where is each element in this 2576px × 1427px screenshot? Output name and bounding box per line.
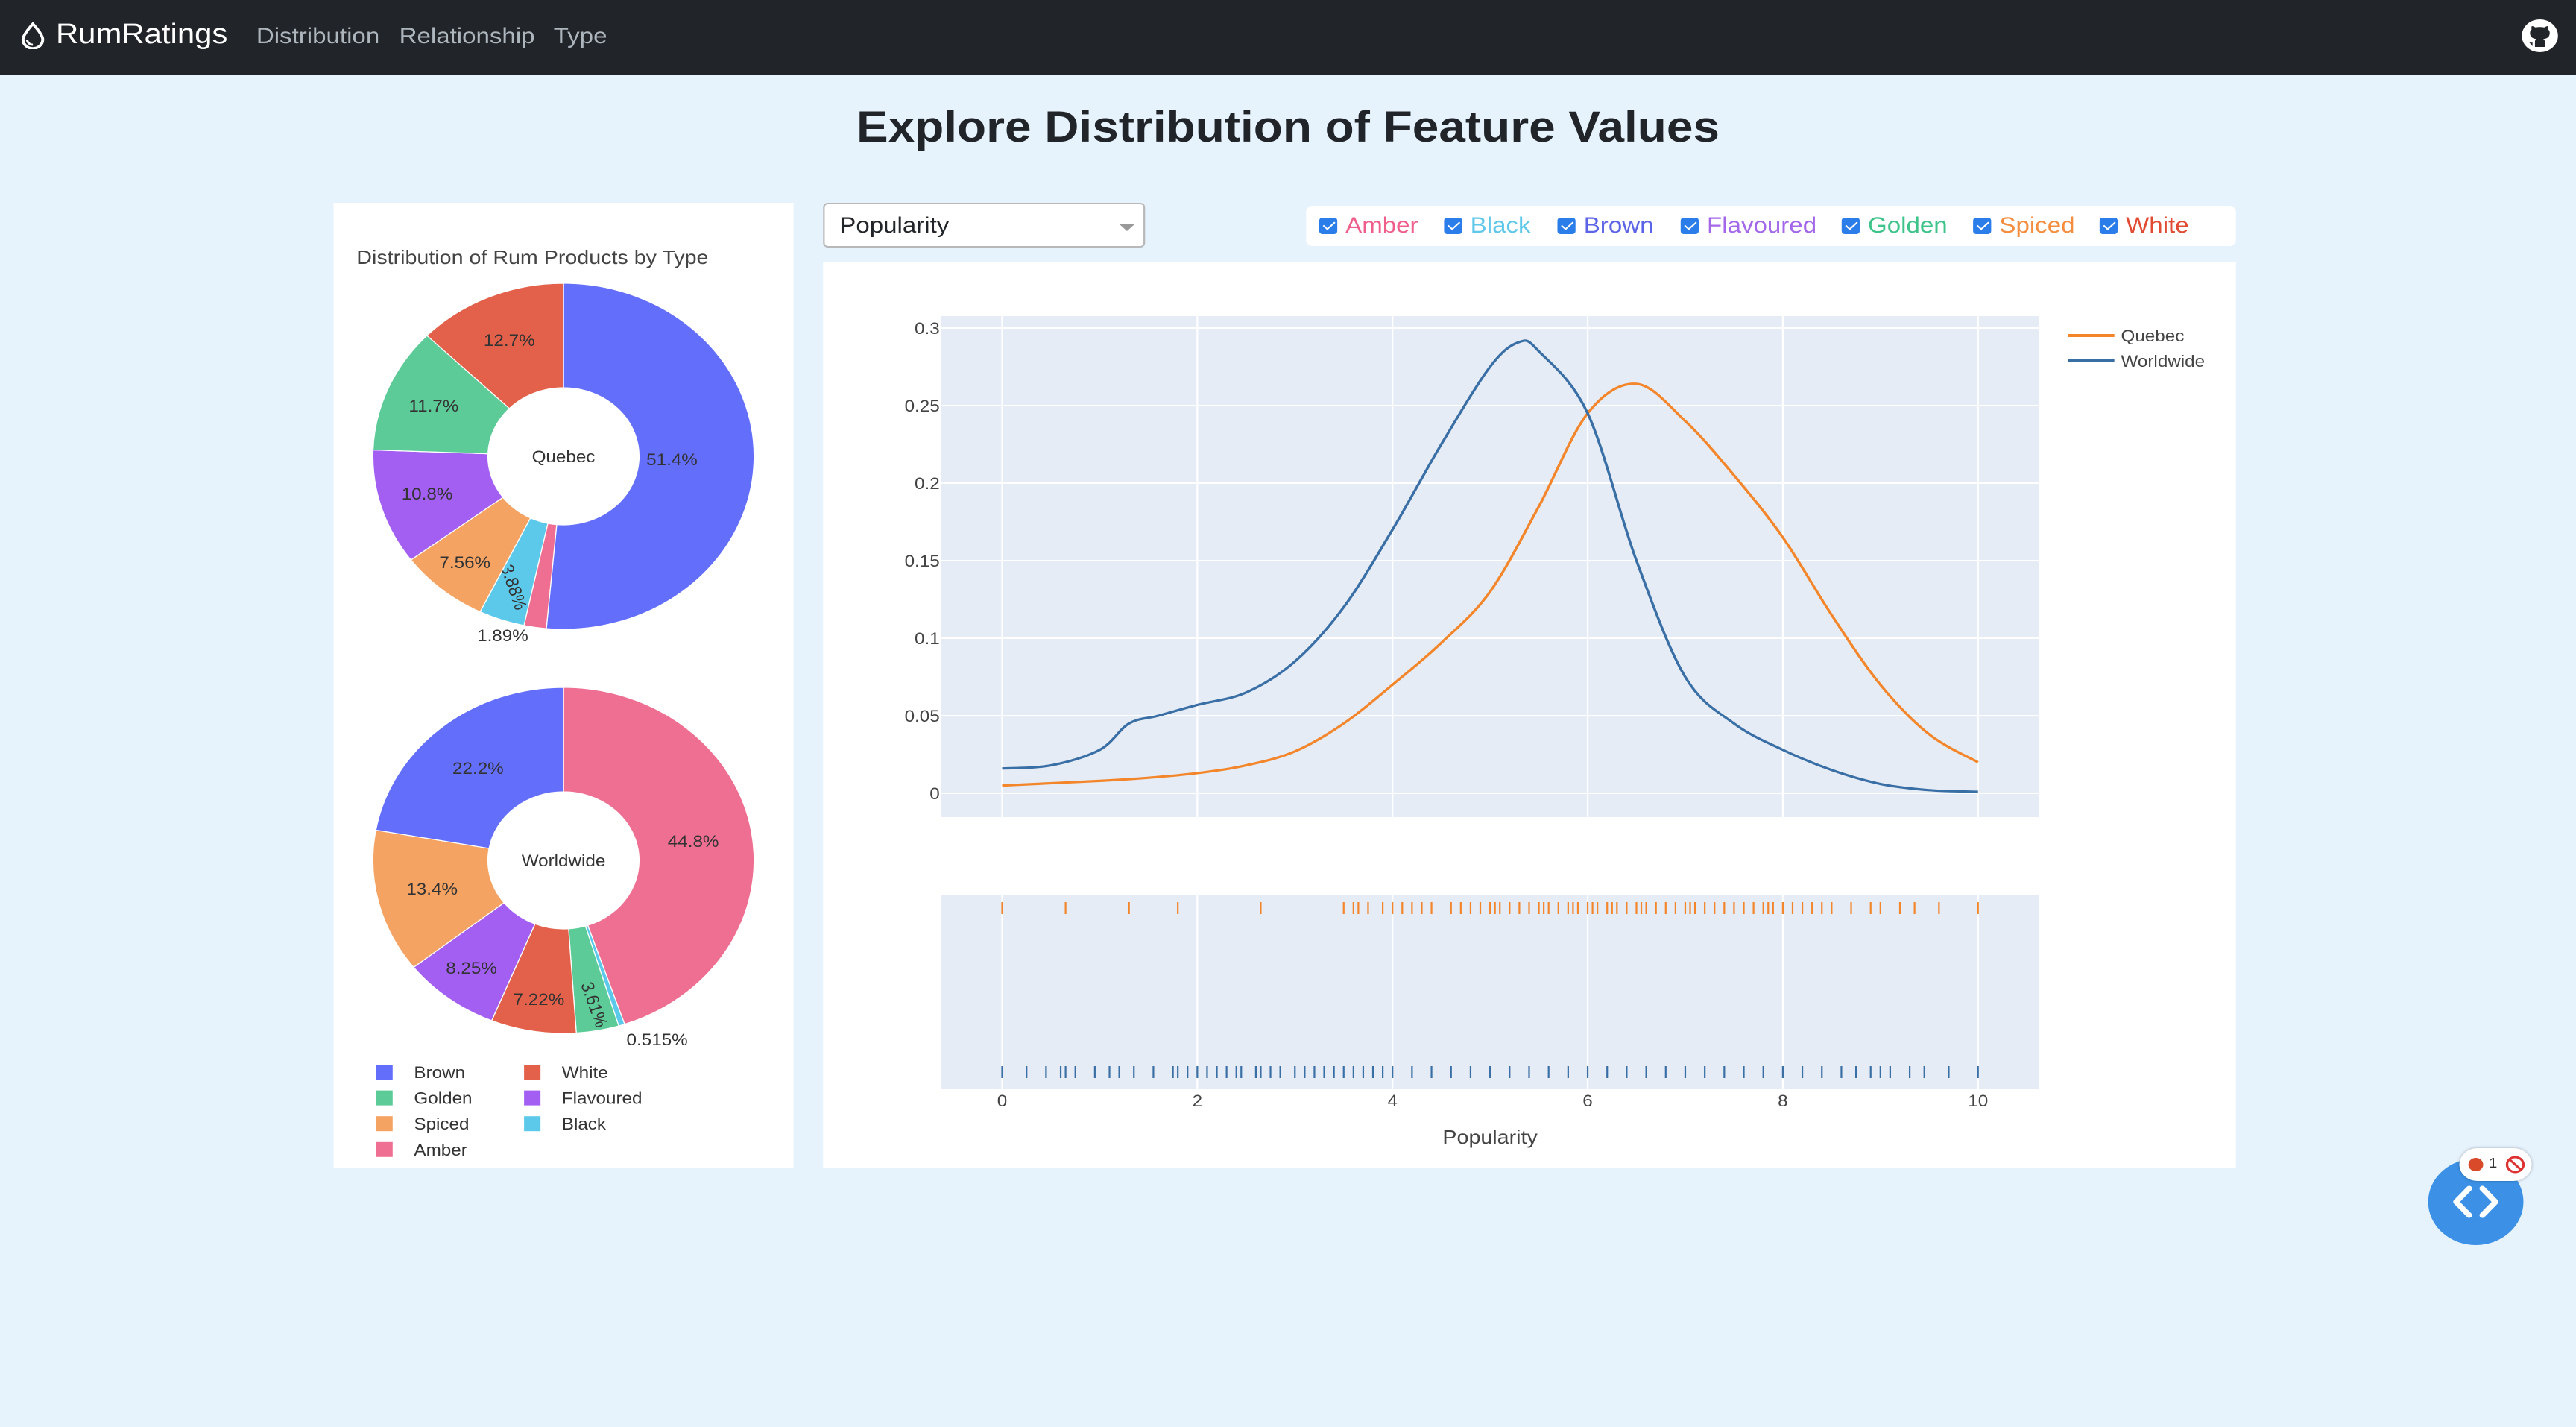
y-tick-label: 0: [929, 784, 939, 803]
feature-select-value: Popularity: [839, 213, 950, 239]
filter-label: White: [2126, 213, 2189, 239]
checkbox-icon: [1973, 218, 1992, 234]
error-count: 1: [2489, 1156, 2498, 1171]
checkbox-icon: [1680, 218, 1699, 234]
error-badge[interactable]: 1: [2459, 1148, 2532, 1181]
pie-slice-label: 10.8%: [402, 485, 453, 503]
nav-link-type[interactable]: Type: [554, 24, 607, 49]
y-tick-label: 0.1: [915, 629, 940, 648]
pie-slice-label: 22.2%: [452, 759, 504, 778]
filter-label: Brown: [1583, 213, 1654, 239]
x-tick-label: 10: [1968, 1091, 1988, 1110]
checkbox-icon: [2099, 218, 2118, 234]
legend-label: Amber: [414, 1141, 467, 1159]
x-tick-label: 8: [1778, 1091, 1787, 1110]
page-title: Explore Distribution of Feature Values: [856, 104, 1720, 152]
legend-label: Quebec: [2121, 327, 2184, 345]
y-tick-label: 0.15: [905, 552, 940, 570]
density-chart: 0 0.05 0.1 0.15 0.2 0.25 0.3 Quebec Worldwide 0 2 4…: [905, 316, 2205, 1148]
legend-swatch: [376, 1065, 393, 1080]
pie-slice-label: 0.515%: [627, 1030, 688, 1049]
density-chart-card: 0 0.05 0.1 0.15 0.2 0.25 0.3 Quebec Worldwide 0 2 4…: [823, 262, 2236, 1168]
pie-slice-label: 8.25%: [446, 959, 497, 977]
legend-label: Black: [562, 1115, 607, 1133]
legend-label: Spiced: [414, 1115, 469, 1133]
legend-swatch: [524, 1116, 541, 1132]
checkbox-icon: [1841, 218, 1860, 234]
error-dot-icon: [2468, 1158, 2484, 1171]
x-tick-label: 2: [1193, 1091, 1202, 1110]
filter-brown[interactable]: Brown: [1557, 213, 1653, 239]
legend-label: Golden: [414, 1089, 472, 1108]
legend-swatch: [376, 1116, 393, 1132]
filter-black[interactable]: Black: [1444, 213, 1531, 239]
x-tick-label: 4: [1387, 1091, 1398, 1110]
rug-plot-area: [941, 895, 2039, 1089]
pie-slice-label: 12.7%: [484, 331, 535, 350]
filter-label: Golden: [1868, 213, 1948, 239]
filter-amber[interactable]: Amber: [1319, 213, 1418, 239]
filter-label: Black: [1470, 213, 1531, 239]
legend-label: Flavoured: [562, 1089, 643, 1108]
legend-label: Worldwide: [2121, 352, 2205, 371]
legend-swatch: [376, 1090, 393, 1106]
filter-golden[interactable]: Golden: [1841, 213, 1948, 239]
y-tick-label: 0.3: [915, 319, 940, 338]
pie-title: Distribution of Rum Products by Type: [356, 246, 708, 268]
y-tick-label: 0.25: [905, 397, 940, 415]
pie-charts: Distribution of Rum Products by Type 51.4…: [356, 246, 755, 1159]
pie-slice-label: 51.4%: [646, 450, 698, 469]
pie-slice-label: 7.56%: [439, 553, 490, 572]
x-axis-title: Popularity: [1442, 1126, 1538, 1147]
droplet-icon: [21, 22, 45, 49]
type-distribution-card: Distribution of Rum Products by Type 51.4…: [333, 203, 794, 1168]
brand-name: RumRatings: [55, 19, 228, 51]
pie-slice-label: 44.8%: [668, 832, 719, 851]
filter-label: Spiced: [1999, 213, 2075, 239]
pie-slice-label: 7.22%: [514, 990, 565, 1009]
pie-slice-label: 13.4%: [406, 880, 458, 898]
type-filter-checklist: Amber Black Brown Flavoured Golden Spice…: [1306, 206, 2236, 246]
no-entry-icon: [2505, 1156, 2525, 1174]
pie-center-label: Quebec: [532, 447, 596, 466]
density-plot-area: [941, 316, 2039, 817]
pie-center-label: Worldwide: [522, 851, 606, 870]
navbar: RumRatings Distribution Relationship Typ…: [0, 0, 2576, 75]
legend-swatch: [524, 1090, 541, 1106]
filter-flavoured[interactable]: Flavoured: [1680, 213, 1817, 239]
x-tick-label: 6: [1582, 1091, 1592, 1110]
nav-link-relationship[interactable]: Relationship: [400, 24, 535, 49]
filter-label: Flavoured: [1707, 213, 1817, 239]
pie-slice-label: 1.89%: [477, 626, 528, 645]
feature-select[interactable]: Popularity: [823, 203, 1146, 248]
chevron-down-icon: [1118, 224, 1136, 231]
checkbox-icon: [1319, 218, 1338, 234]
nav-link-distribution[interactable]: Distribution: [256, 24, 379, 49]
filter-white[interactable]: White: [2099, 213, 2189, 239]
brand-link[interactable]: RumRatings: [19, 19, 227, 52]
page: RumRatings Distribution Relationship Typ…: [0, 0, 2576, 1427]
checkbox-icon: [1444, 218, 1462, 234]
filter-spiced[interactable]: Spiced: [1973, 213, 2075, 239]
filter-label: Amber: [1345, 213, 1418, 239]
pie-slice-label: 11.7%: [408, 397, 458, 415]
y-tick-label: 0.2: [915, 474, 940, 493]
legend-swatch: [524, 1065, 541, 1080]
x-tick-label: 0: [997, 1091, 1007, 1110]
y-tick-label: 0.05: [905, 707, 940, 725]
legend-swatch: [376, 1141, 393, 1157]
legend-label: White: [562, 1063, 608, 1082]
github-icon[interactable]: [2520, 18, 2560, 54]
checkbox-icon: [1557, 218, 1576, 234]
legend-label: Brown: [414, 1063, 465, 1082]
